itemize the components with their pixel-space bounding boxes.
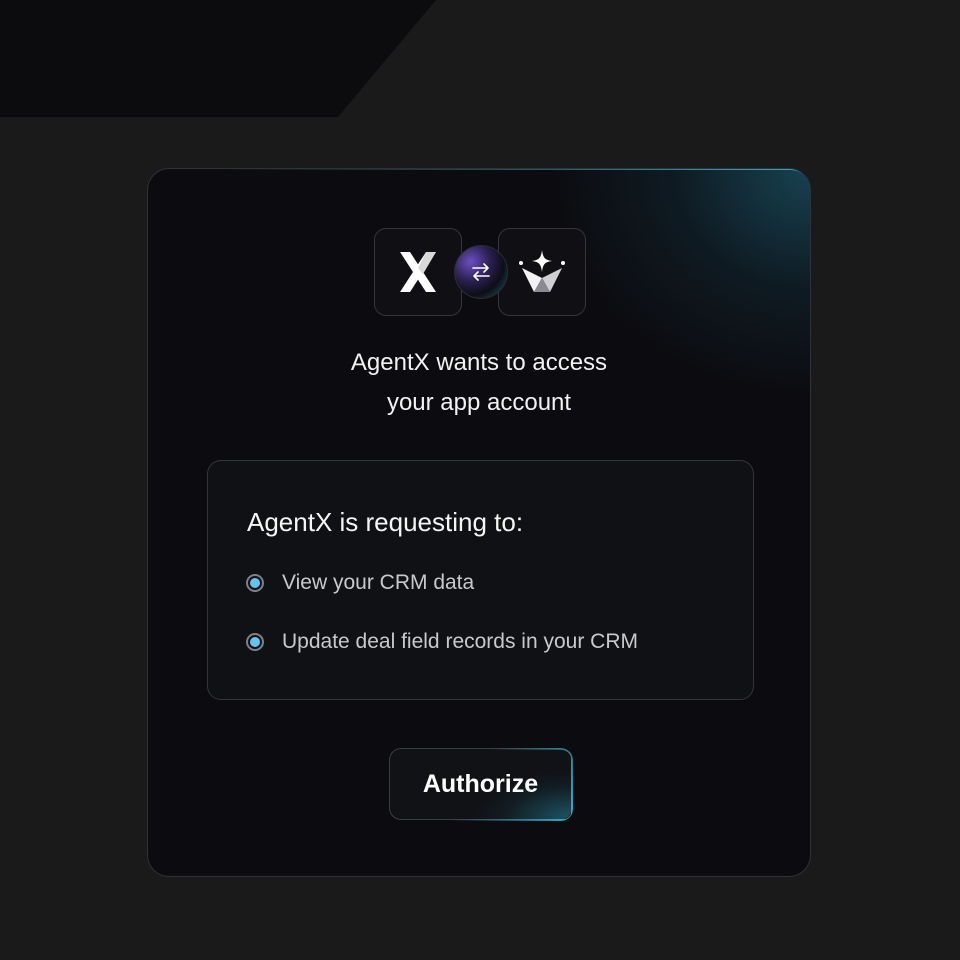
permissions-panel: AgentX is requesting to: View your CRM d… [207, 460, 754, 700]
target-app-logo-tile [498, 228, 586, 316]
authorize-button[interactable]: Authorize [389, 748, 572, 820]
swap-arrows-icon [472, 263, 490, 281]
authorization-card: AgentX wants to access your app account … [147, 168, 811, 877]
permission-label: Update deal field records in your CRM [282, 630, 638, 653]
consent-heading-line2: your app account [386, 389, 572, 416]
agentx-logo-tile [374, 228, 462, 316]
permissions-title: AgentX is requesting to: [247, 507, 524, 537]
permission-item[interactable]: View your CRM data [246, 571, 474, 595]
radio-selected-icon[interactable] [246, 633, 264, 651]
radio-selected-icon[interactable] [246, 574, 264, 592]
background-corner-shape [0, 0, 436, 117]
permission-item[interactable]: Update deal field records in your CRM [246, 630, 638, 654]
consent-heading-line1: AgentX wants to access [350, 349, 608, 376]
permission-label: View your CRM data [282, 571, 475, 594]
agentx-x-logo-icon [400, 252, 436, 292]
app-connection-logos [374, 228, 588, 318]
sparkle-crown-logo-icon [519, 250, 565, 292]
swap-connector [454, 245, 508, 299]
